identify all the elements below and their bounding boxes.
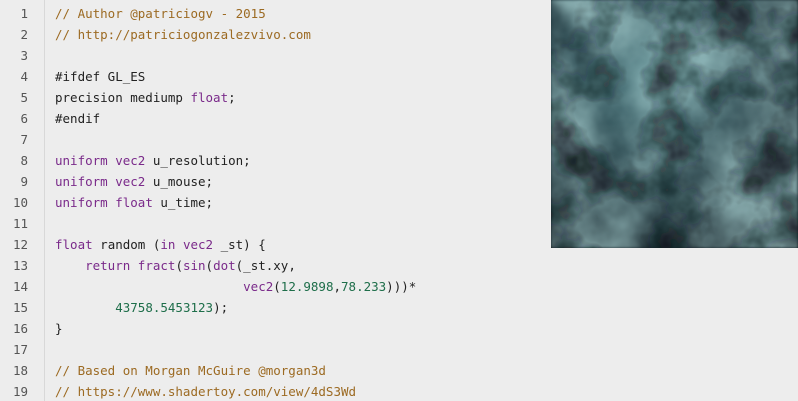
code-token: float bbox=[55, 237, 93, 252]
code-token: vec2 bbox=[115, 174, 146, 189]
line-number: 3 bbox=[20, 48, 28, 63]
code-token: u_resolution; bbox=[145, 153, 251, 168]
line-number: 8 bbox=[20, 153, 28, 168]
code-line-text: float random (in vec2 _st) { bbox=[55, 234, 266, 255]
code-token: ( bbox=[273, 279, 281, 294]
code-token: vec2 bbox=[115, 153, 146, 168]
code-token: vec2 bbox=[243, 279, 274, 294]
code-token: u_time; bbox=[152, 195, 214, 210]
code-line-text: // Based on Morgan McGuire @morgan3d bbox=[55, 360, 326, 381]
code-token: uniform bbox=[55, 174, 108, 189]
code-token: sin bbox=[182, 258, 206, 273]
code-token: dot bbox=[213, 258, 236, 273]
code-token: 12.9898 bbox=[280, 279, 334, 294]
line-number: 10 bbox=[12, 195, 28, 210]
code-token: ); bbox=[213, 300, 229, 315]
code-token: , bbox=[333, 279, 342, 294]
line-number: 9 bbox=[20, 174, 28, 189]
code-token: // Author @patriciogv - 2015 bbox=[55, 6, 266, 21]
code-token: float bbox=[115, 195, 153, 210]
code-token: fract bbox=[137, 258, 176, 273]
code-line-text: // https://www.shadertoy.com/view/4dS3Wd bbox=[55, 381, 356, 401]
code-token: random ( bbox=[92, 237, 161, 252]
code-token: // http://patriciogonzalezvivo.com bbox=[55, 27, 311, 42]
code-line-text: uniform vec2 u_resolution; bbox=[55, 150, 251, 171]
code-line-text: precision mediump float; bbox=[55, 87, 236, 108]
code-token: in bbox=[160, 237, 176, 252]
code-line-text: vec2(12.9898,78.233)))* bbox=[55, 276, 416, 297]
code-token: float bbox=[190, 90, 229, 105]
code-token: _st) { bbox=[213, 237, 266, 252]
code-line-text: 43758.5453123); bbox=[55, 297, 228, 318]
code-token: precision mediump bbox=[55, 90, 191, 105]
code-token: // Based on Morgan McGuire @morgan3d bbox=[55, 363, 326, 378]
line-number: 7 bbox=[20, 132, 28, 147]
code-token: ; bbox=[228, 90, 236, 105]
line-number: 2 bbox=[20, 27, 28, 42]
code-token: vec2 bbox=[182, 237, 214, 252]
line-number: 16 bbox=[12, 321, 28, 336]
line-number: 5 bbox=[20, 90, 28, 105]
code-token: } bbox=[55, 321, 63, 336]
line-number: 1 bbox=[20, 6, 28, 21]
shader-preview-image bbox=[551, 0, 798, 248]
line-number: 11 bbox=[12, 216, 28, 231]
code-line-text: uniform vec2 u_mouse; bbox=[55, 171, 213, 192]
line-number: 12 bbox=[12, 237, 28, 252]
code-token: uniform bbox=[55, 153, 108, 168]
line-number: 6 bbox=[20, 111, 28, 126]
line-number: 15 bbox=[12, 300, 28, 315]
code-line-text: // Author @patriciogv - 2015 bbox=[55, 3, 266, 24]
code-token: u_mouse; bbox=[145, 174, 214, 189]
code-token: ( bbox=[205, 258, 214, 273]
line-number: 4 bbox=[20, 69, 28, 84]
line-number: 17 bbox=[12, 342, 28, 357]
code-token: (_st.xy, bbox=[235, 258, 296, 273]
code-token: #ifdef GL_ES bbox=[55, 69, 146, 84]
code-line-text: #ifdef GL_ES bbox=[55, 66, 145, 87]
code-line-text: return fract(sin(dot(_st.xy, bbox=[55, 255, 296, 276]
line-number: 18 bbox=[12, 363, 28, 378]
code-line-text: uniform float u_time; bbox=[55, 192, 213, 213]
code-token: 78.233 bbox=[341, 279, 387, 294]
code-line-text: } bbox=[55, 318, 63, 339]
code-editor[interactable]: // Author @patriciogv - 2015 // http://pa… bbox=[0, 0, 798, 401]
code-token: return bbox=[85, 258, 131, 273]
code-line-text: #endif bbox=[55, 108, 100, 129]
line-number: 13 bbox=[12, 258, 28, 273]
code-token: #endif bbox=[55, 111, 101, 126]
code-line-text: // http://patriciogonzalezvivo.com bbox=[55, 24, 311, 45]
line-number: 14 bbox=[12, 279, 28, 294]
code-token: ( bbox=[175, 258, 183, 273]
line-number: 19 bbox=[12, 384, 28, 399]
code-token: uniform bbox=[55, 195, 108, 210]
shader-preview-canvas[interactable] bbox=[551, 0, 798, 248]
code-token: )))* bbox=[386, 279, 417, 294]
code-token: 43758.5453123 bbox=[115, 300, 214, 315]
code-token: // https://www.shadertoy.com/view/4dS3Wd bbox=[55, 384, 357, 399]
